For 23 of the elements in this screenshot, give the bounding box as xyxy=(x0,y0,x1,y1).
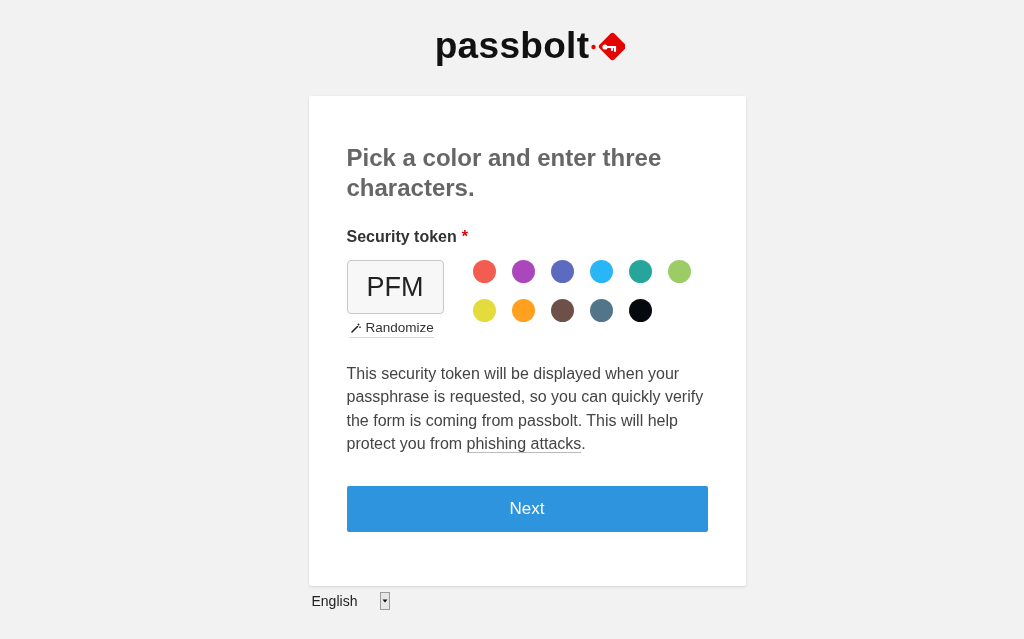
color-swatch-icon[interactable] xyxy=(667,260,691,283)
color-swatch-icon[interactable] xyxy=(628,260,652,283)
help-text: This security token will be displayed when your passphrase is requested, so you can quickly verify the form is coming from passbolt. This will help protect you from phishing attacks. xyxy=(346,364,705,455)
color-swatch-icon[interactable] xyxy=(628,299,652,322)
randomize-link[interactable]: Randomize xyxy=(348,320,434,338)
language-select[interactable]: English xyxy=(311,592,391,611)
card-title: Pick a color and enter three characters. xyxy=(346,143,663,203)
color-swatch-icon[interactable] xyxy=(589,260,613,283)
caret-icon xyxy=(380,592,391,611)
logo-icon xyxy=(591,32,626,62)
color-swatch-icon[interactable] xyxy=(550,299,574,322)
required-mark: * xyxy=(461,228,468,246)
color-swatch-icon[interactable] xyxy=(589,299,613,322)
color-swatch-icon[interactable] xyxy=(511,260,535,283)
color-swatch-icon[interactable] xyxy=(550,260,574,283)
color-swatch-icon[interactable] xyxy=(511,299,535,322)
wand-icon xyxy=(350,322,361,333)
logo-text: passbolt xyxy=(434,24,590,68)
color-swatch-icon[interactable] xyxy=(472,260,496,283)
field-label: Security token xyxy=(346,228,457,246)
token-input[interactable]: PFM xyxy=(346,260,444,314)
color-swatch-icon[interactable] xyxy=(472,299,496,322)
phishing-link[interactable]: phishing attacks xyxy=(466,434,582,453)
